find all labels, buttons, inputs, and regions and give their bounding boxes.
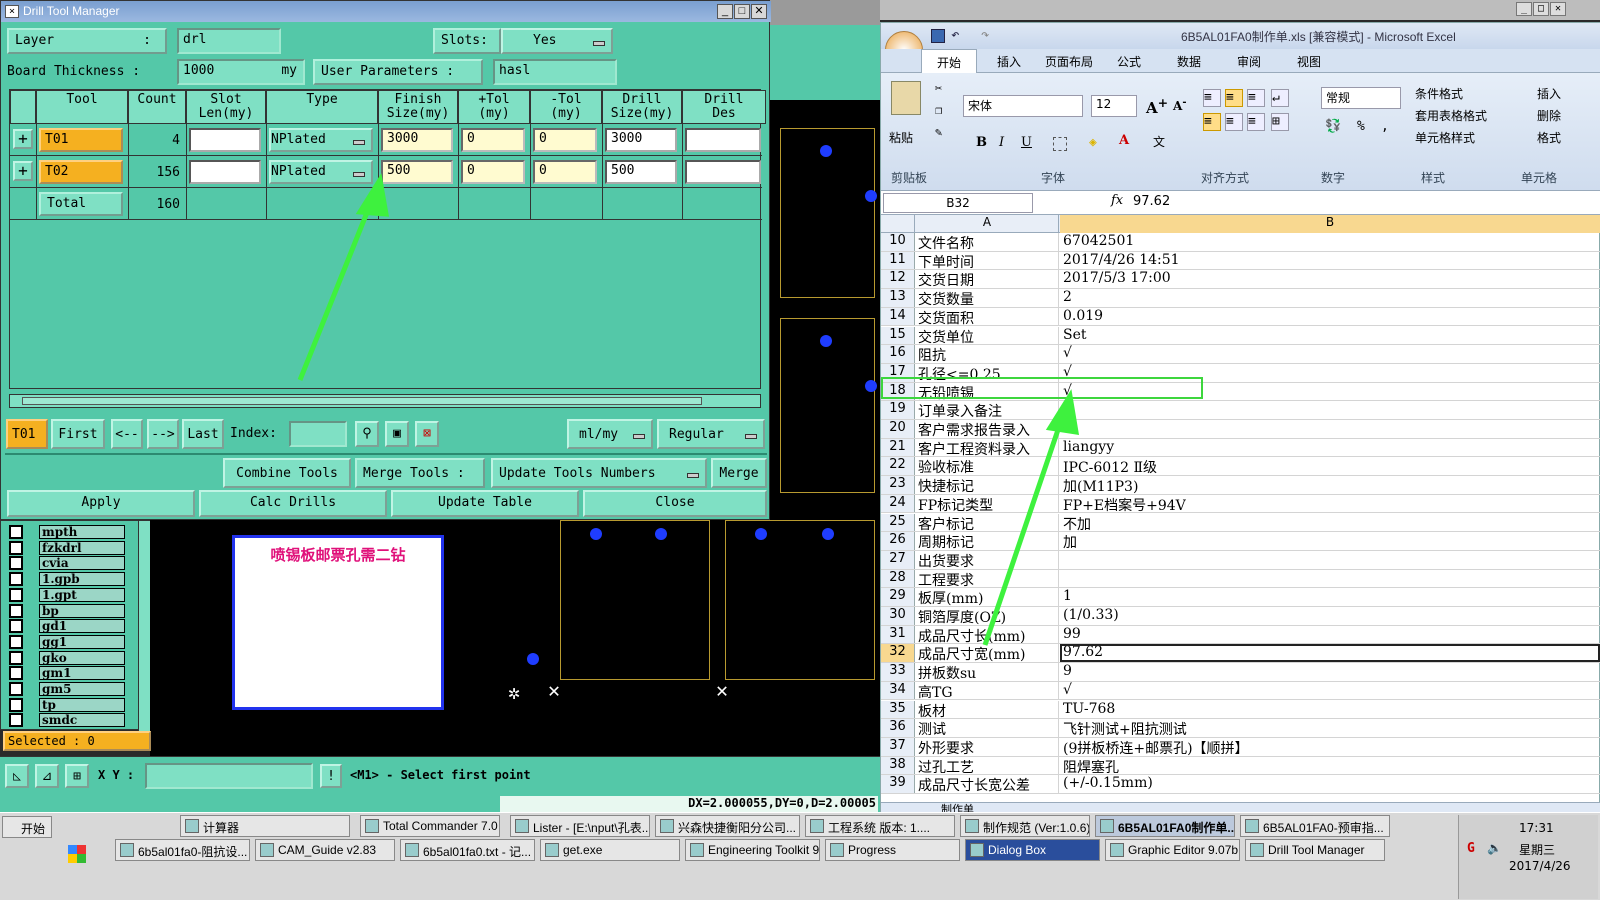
app-icon (970, 843, 984, 857)
taskbar-button[interactable]: CAM_Guide v2.83 (255, 839, 395, 861)
taskbar-button[interactable]: Total Commander 7.0 ... (360, 815, 500, 837)
volume-icon[interactable]: 🔈 (1487, 841, 1502, 855)
taskbar-button[interactable]: Engineering Toolkit 9.... (685, 839, 820, 861)
app-icon (1100, 819, 1114, 833)
taskbar-button[interactable]: Graphic Editor 9.07b... (1105, 839, 1240, 861)
app-icon (365, 819, 379, 833)
arrow-head-1 (355, 173, 390, 217)
taskbar-button[interactable]: Progress (825, 839, 960, 861)
app-icon (120, 843, 134, 857)
app-icon (405, 843, 419, 857)
annotation-arrows (297, 173, 1080, 646)
app-icon (545, 843, 559, 857)
taskbar-button[interactable]: 工程系统 版本: 1.... (805, 815, 955, 837)
arrow-head-2 (1045, 389, 1080, 435)
taskbar-button[interactable]: Dialog Box (965, 839, 1100, 861)
taskbar-button[interactable]: 6B5AL01FA0制作单... (1095, 815, 1235, 837)
taskbar-button[interactable]: 6b5al01fa0-阻抗设... (115, 839, 250, 861)
taskbar-button[interactable]: 制作规范 (Ver:1.0.6) (960, 815, 1090, 837)
app-icon (810, 819, 824, 833)
taskbar-button[interactable]: 6B5AL01FA0-预审指... (1240, 815, 1390, 837)
app-icon (660, 819, 674, 833)
app-icon (515, 819, 529, 833)
clock-weekday: 星期三 (1519, 843, 1556, 857)
start-button[interactable]: 开始 (2, 816, 52, 838)
clock-time[interactable]: 17:31 (1519, 821, 1554, 835)
app-icon (1250, 843, 1264, 857)
arrow-line-2 (982, 417, 1065, 646)
app-icon (830, 843, 844, 857)
ime-icon[interactable]: G (1467, 841, 1475, 856)
app-icon (185, 819, 199, 833)
app-icon (260, 843, 274, 857)
app-icon (1110, 843, 1124, 857)
taskbar-button[interactable]: get.exe (540, 839, 680, 861)
taskbar: 开始 计算器 Total Commander 7.0 ... Lister - [E… (0, 812, 1600, 900)
tray: 17:31 星期三 2017/4/26 G 🔈 (1458, 815, 1598, 899)
taskbar-button[interactable]: 兴森快捷衡阳分公司... (655, 815, 800, 837)
app-icon (1245, 819, 1259, 833)
taskbar-button[interactable]: Drill Tool Manager (1245, 839, 1385, 861)
app-icon (690, 843, 704, 857)
taskbar-button[interactable]: 计算器 (180, 815, 350, 837)
taskbar-button[interactable]: 6b5al01fa0.txt - 记... (400, 839, 535, 861)
taskbar-button[interactable]: Lister - [E:\nput\孔表... (510, 815, 650, 837)
clock-date: 2017/4/26 (1509, 859, 1571, 873)
app-icon (965, 819, 979, 833)
windows-logo-icon (68, 845, 86, 863)
arrow-line-1 (297, 199, 375, 381)
